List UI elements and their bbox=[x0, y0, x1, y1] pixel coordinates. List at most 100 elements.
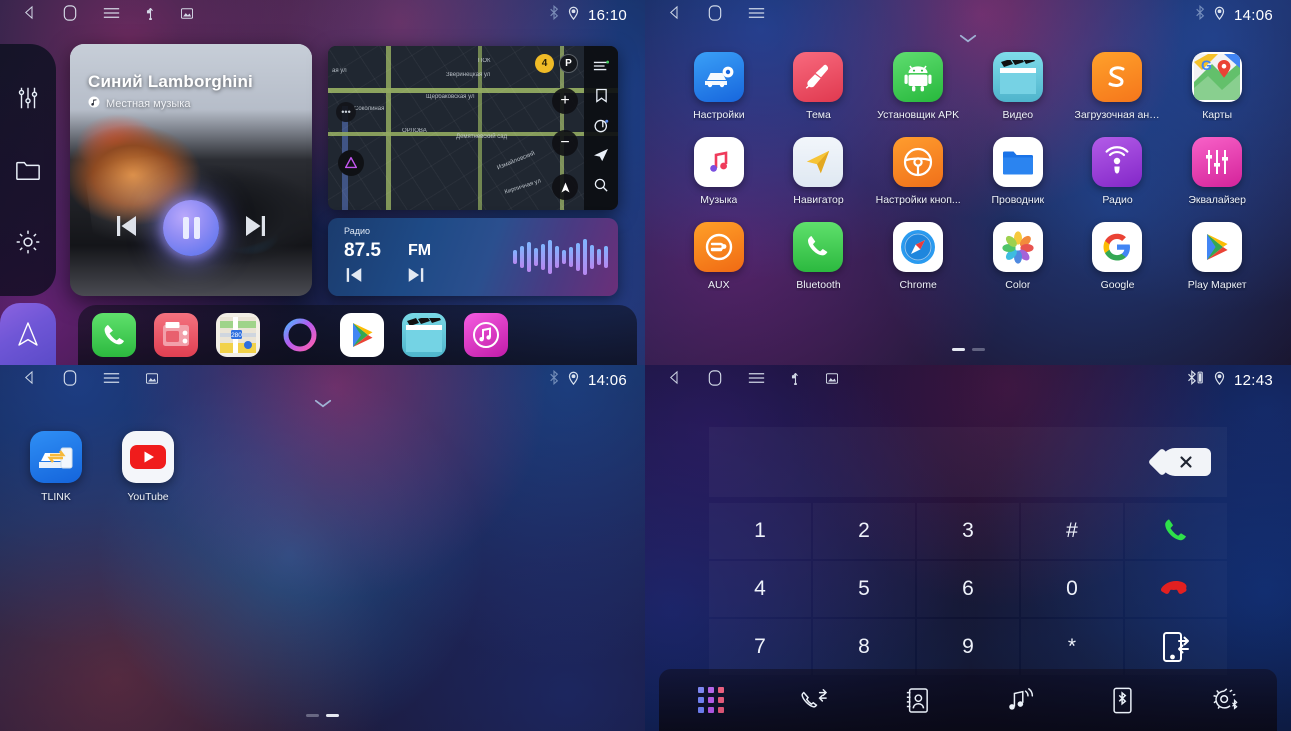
chevron-down-icon[interactable] bbox=[959, 30, 977, 48]
app-item[interactable]: Эквалайзер bbox=[1167, 137, 1267, 206]
key-label: 5 bbox=[858, 577, 870, 600]
app-item[interactable]: Google bbox=[1068, 222, 1168, 291]
search-icon[interactable] bbox=[594, 178, 608, 197]
sidebar-item-settings[interactable] bbox=[11, 225, 45, 259]
dock-play-store[interactable] bbox=[340, 313, 384, 357]
screenshot-icon[interactable] bbox=[145, 371, 159, 389]
app-item[interactable]: AUX bbox=[669, 222, 769, 291]
back-icon[interactable] bbox=[22, 5, 37, 25]
app-item[interactable]: Настройки кноп... bbox=[868, 137, 968, 206]
tab-device-connect[interactable] bbox=[1100, 680, 1146, 720]
screenshot-icon[interactable] bbox=[825, 371, 839, 389]
transfer-call-button[interactable] bbox=[1125, 619, 1227, 675]
chat-bubble-icon[interactable]: ••• bbox=[336, 102, 356, 122]
tab-bluetooth-settings[interactable] bbox=[1203, 680, 1249, 720]
menu-icon[interactable] bbox=[748, 371, 765, 390]
dock-music[interactable] bbox=[464, 313, 508, 357]
home-app-row: TLINK YouTube bbox=[30, 431, 174, 503]
app-item[interactable]: Музыка bbox=[669, 137, 769, 206]
back-icon[interactable] bbox=[667, 5, 682, 25]
music-player-card[interactable]: Синий Lamborghini Местная музыка bbox=[70, 44, 312, 296]
app-item[interactable]: Настройки bbox=[669, 52, 769, 121]
app-item[interactable]: Тема bbox=[769, 52, 869, 121]
home-icon[interactable] bbox=[63, 369, 77, 391]
app-item[interactable]: Проводник bbox=[968, 137, 1068, 206]
tab-keypad[interactable] bbox=[688, 680, 734, 720]
menu-icon[interactable] bbox=[103, 6, 120, 25]
home-app-tlink[interactable]: TLINK bbox=[30, 431, 82, 503]
navigate-icon[interactable] bbox=[593, 148, 609, 167]
key-7[interactable]: 7 bbox=[709, 619, 811, 675]
map-menu-icon[interactable] bbox=[593, 59, 610, 77]
key-3[interactable]: 3 bbox=[917, 503, 1019, 559]
next-track-icon[interactable] bbox=[243, 214, 269, 243]
call-button[interactable] bbox=[1125, 503, 1227, 559]
map-poi-label: ОРЛОВА bbox=[402, 128, 427, 134]
menu-icon[interactable] bbox=[748, 6, 765, 25]
sidebar-item-equalizer[interactable] bbox=[11, 81, 45, 115]
app-item[interactable]: Видео bbox=[968, 52, 1068, 121]
chevron-down-icon[interactable] bbox=[314, 395, 332, 413]
compass-arrow-icon[interactable] bbox=[552, 174, 578, 200]
dock-phone[interactable] bbox=[92, 313, 136, 357]
page-dot[interactable] bbox=[326, 714, 339, 717]
key-0[interactable]: 0 bbox=[1021, 561, 1123, 617]
parking-badge[interactable]: P bbox=[559, 54, 578, 73]
play-pause-button[interactable] bbox=[163, 200, 219, 256]
app-item[interactable]: Установщик APK bbox=[868, 52, 968, 121]
drawer-handle[interactable] bbox=[645, 30, 1291, 48]
home-icon[interactable] bbox=[708, 369, 722, 391]
dock-assistant[interactable] bbox=[278, 313, 322, 357]
tab-bluetooth-music[interactable] bbox=[997, 680, 1043, 720]
key-5[interactable]: 5 bbox=[813, 561, 915, 617]
tab-call-log[interactable] bbox=[791, 680, 837, 720]
home-icon[interactable] bbox=[708, 4, 722, 26]
prev-track-icon[interactable] bbox=[113, 214, 139, 243]
app-item[interactable]: Навигатор bbox=[769, 137, 869, 206]
hangup-button[interactable] bbox=[1125, 561, 1227, 617]
app-item[interactable]: Color bbox=[968, 222, 1068, 291]
key-hash[interactable]: # bbox=[1021, 503, 1123, 559]
bookmark-icon[interactable] bbox=[595, 88, 608, 108]
app-item[interactable]: Bluetooth bbox=[769, 222, 869, 291]
yandex-music-icon[interactable] bbox=[593, 118, 609, 138]
page-dot[interactable] bbox=[971, 348, 985, 351]
key-4[interactable]: 4 bbox=[709, 561, 811, 617]
page-dot[interactable] bbox=[951, 348, 965, 351]
next-station-icon[interactable] bbox=[406, 266, 426, 289]
key-2[interactable]: 2 bbox=[813, 503, 915, 559]
dock-radio[interactable] bbox=[154, 313, 198, 357]
key-8[interactable]: 8 bbox=[813, 619, 915, 675]
traffic-level-badge[interactable]: 4 bbox=[535, 54, 554, 73]
home-app-youtube[interactable]: YouTube bbox=[122, 431, 174, 503]
screenshot-icon[interactable] bbox=[180, 6, 194, 24]
back-icon[interactable] bbox=[22, 370, 37, 390]
map-widget[interactable]: Зверинецкая ул Щербаковская ул Демятневс… bbox=[328, 46, 618, 210]
key-star[interactable]: * bbox=[1021, 619, 1123, 675]
app-item[interactable]: G Карты bbox=[1167, 52, 1267, 121]
dock-video[interactable] bbox=[402, 313, 446, 357]
drawer-handle[interactable] bbox=[0, 395, 645, 413]
tab-contacts[interactable] bbox=[894, 680, 940, 720]
map-zoom-out-button[interactable]: − bbox=[552, 130, 578, 156]
app-item[interactable]: Загрузочная ани... bbox=[1068, 52, 1168, 121]
sidebar-item-navigation[interactable] bbox=[0, 303, 56, 365]
back-icon[interactable] bbox=[667, 370, 682, 390]
dialer-number-display[interactable] bbox=[709, 427, 1227, 497]
home-icon[interactable] bbox=[63, 4, 77, 26]
app-item[interactable]: Chrome bbox=[868, 222, 968, 291]
app-item[interactable]: Радио bbox=[1068, 137, 1168, 206]
backspace-button[interactable] bbox=[1161, 448, 1211, 476]
menu-icon[interactable] bbox=[103, 371, 120, 390]
yandex-navi-icon[interactable] bbox=[338, 150, 364, 176]
dock-maps[interactable]: 280 bbox=[216, 313, 260, 357]
sidebar-item-files[interactable] bbox=[11, 153, 45, 187]
key-6[interactable]: 6 bbox=[917, 561, 1019, 617]
key-1[interactable]: 1 bbox=[709, 503, 811, 559]
page-dot[interactable] bbox=[306, 714, 319, 717]
radio-widget[interactable]: Радио 87.5 FM bbox=[328, 218, 618, 296]
map-zoom-in-button[interactable]: + bbox=[552, 88, 578, 114]
key-9[interactable]: 9 bbox=[917, 619, 1019, 675]
prev-station-icon[interactable] bbox=[344, 266, 364, 289]
app-item[interactable]: Play Маркет bbox=[1167, 222, 1267, 291]
